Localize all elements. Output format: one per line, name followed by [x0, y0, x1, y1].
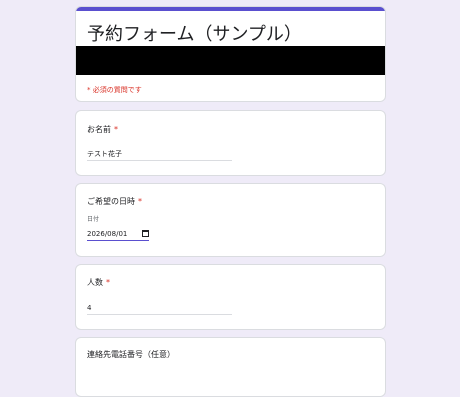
question-title: 人数: [87, 278, 103, 287]
question-label: お名前 *: [87, 124, 118, 135]
required-note: * 必須の質問です: [87, 86, 142, 94]
required-mark: *: [106, 278, 110, 287]
question-card-phone: 連絡先電話番号（任意）: [75, 337, 386, 397]
required-mark: *: [114, 125, 118, 134]
question-label: 連絡先電話番号（任意）: [87, 349, 175, 360]
question-title: お名前: [87, 125, 111, 134]
redacted-description: [76, 46, 385, 75]
question-label: 人数 *: [87, 277, 110, 288]
name-input[interactable]: [87, 148, 232, 161]
question-title: ご希望の日時: [87, 197, 135, 206]
form-title: 予約フォーム（サンプル）: [87, 24, 302, 45]
accent-bar: [76, 7, 385, 11]
form-header-card: 予約フォーム（サンプル） * 必須の質問です: [75, 6, 386, 102]
people-input[interactable]: [87, 302, 232, 315]
question-card-name: お名前 *: [75, 110, 386, 176]
date-value: 2026/08/01: [87, 230, 128, 238]
date-sub-label: 日付: [87, 216, 100, 223]
date-field[interactable]: 2026/08/01: [87, 229, 149, 241]
question-card-datetime: ご希望の日時 * 日付 2026/08/01: [75, 183, 386, 257]
required-mark: *: [138, 197, 142, 206]
question-title: 連絡先電話番号（任意）: [87, 350, 175, 359]
calendar-icon[interactable]: [142, 230, 149, 237]
question-card-people: 人数 *: [75, 264, 386, 330]
question-label: ご希望の日時 *: [87, 196, 142, 207]
